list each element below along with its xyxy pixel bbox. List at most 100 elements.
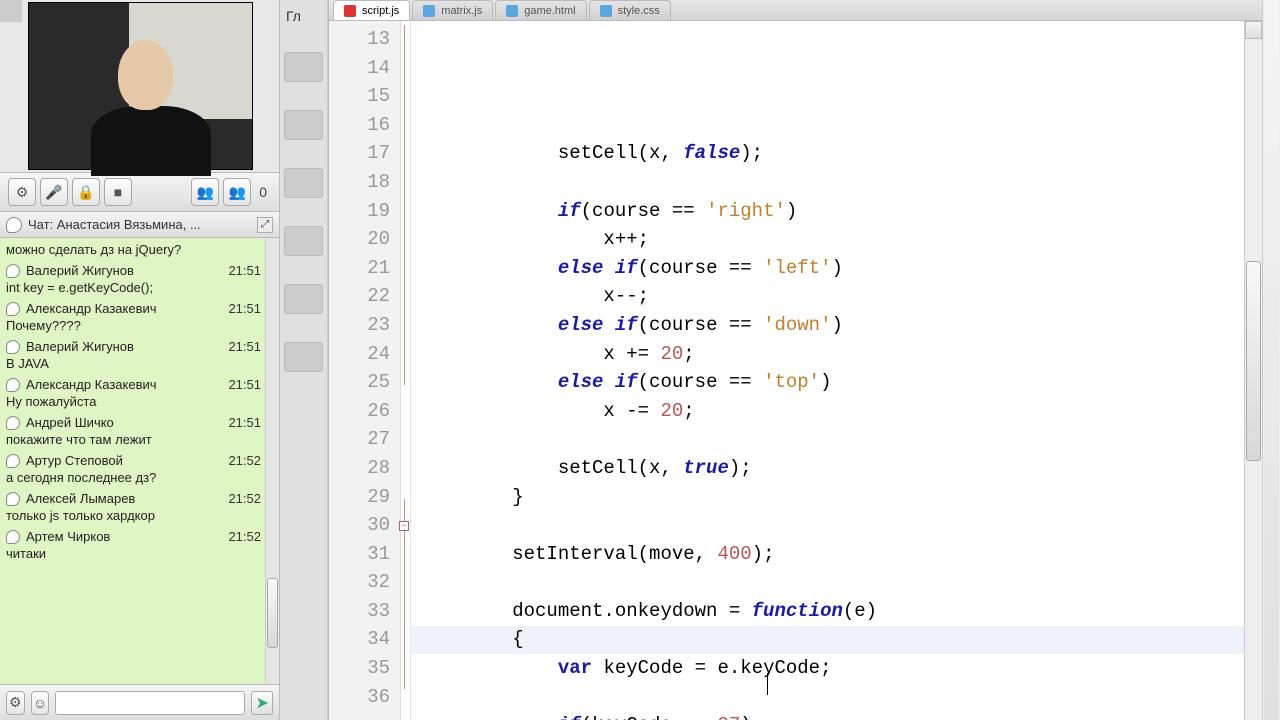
line-number: 25: [329, 368, 390, 397]
fold-strip[interactable]: −: [401, 21, 411, 720]
middle-block[interactable]: [284, 52, 323, 82]
code-line[interactable]: setCell(x, true);: [421, 454, 1244, 483]
chat-sender: Валерий Жигунов: [26, 263, 228, 278]
code-line[interactable]: else if(course == 'top'): [421, 368, 1244, 397]
code-line[interactable]: x += 20;: [421, 340, 1244, 369]
chat-bubble-icon: [6, 416, 20, 430]
line-number: 29: [329, 483, 390, 512]
send-button[interactable]: ➤: [251, 691, 273, 715]
file-type-icon: [423, 5, 435, 17]
code-line[interactable]: setInterval(move, 400);: [421, 540, 1244, 569]
line-number: 31: [329, 540, 390, 569]
code-line[interactable]: }: [421, 483, 1244, 512]
tab-style-css[interactable]: style.css: [589, 0, 671, 20]
code-area[interactable]: setCell(x, false); if(course == 'right')…: [411, 21, 1244, 720]
chat-time: 21:51: [228, 263, 261, 278]
chat-message: Артем Чирков21:52читаки: [6, 529, 261, 565]
code-line[interactable]: x -= 20;: [421, 397, 1244, 426]
chat-bubble-icon: [6, 264, 20, 278]
middle-block[interactable]: [284, 226, 323, 256]
chat-header[interactable]: Чат: Анастасия Вязьмина, ... ⤢: [0, 212, 279, 238]
line-number: 27: [329, 425, 390, 454]
fold-toggle-icon[interactable]: −: [399, 521, 409, 531]
raise-hand-icon[interactable]: 👥: [223, 178, 251, 206]
line-number: 33: [329, 597, 390, 626]
code-line[interactable]: {: [421, 625, 1244, 654]
stop-icon[interactable]: ■: [104, 178, 132, 206]
middle-strip: Гл: [280, 0, 328, 720]
middle-block[interactable]: [284, 284, 323, 314]
chat-messages[interactable]: можно сделать дз на jQuery? Валерий Жигу…: [0, 238, 265, 684]
chat-sender: Валерий Жигунов: [26, 339, 228, 354]
code-line[interactable]: else if(course == 'down'): [421, 311, 1244, 340]
emoji-icon[interactable]: ☺: [31, 691, 50, 715]
chat-sender: Андрей Шичко: [26, 415, 228, 430]
line-number: 20: [329, 225, 390, 254]
tab-script-js[interactable]: script.js: [333, 0, 410, 20]
mic-icon[interactable]: 🎤: [40, 178, 68, 206]
line-number: 23: [329, 311, 390, 340]
code-line[interactable]: x++;: [421, 225, 1244, 254]
middle-block[interactable]: [284, 168, 323, 198]
tab-game-html[interactable]: game.html: [495, 0, 586, 20]
line-number: 36: [329, 683, 390, 712]
file-type-icon: [506, 5, 518, 17]
webcam-toolbar: ⚙ 🎤 🔒 ■ 👥 👥 0: [0, 172, 279, 212]
code-line[interactable]: [421, 168, 1244, 197]
line-gutter: 1314151617181920212223242526272829303132…: [329, 21, 401, 720]
chat-scrollbar[interactable]: [265, 238, 279, 684]
chat-time: 21:52: [228, 491, 261, 506]
code-line[interactable]: var keyCode = e.keyCode;: [421, 654, 1244, 683]
chat-gear-icon[interactable]: ⚙: [6, 691, 25, 715]
editor-scroll-thumb[interactable]: [1246, 261, 1261, 461]
chat-text: Почему????: [6, 316, 261, 337]
chat-title: Чат: Анастасия Вязьмина, ...: [28, 217, 201, 232]
lock-icon[interactable]: 🔒: [72, 178, 100, 206]
middle-block[interactable]: [284, 110, 323, 140]
code-line[interactable]: if(keyCode == 37): [421, 711, 1244, 720]
chat-bubble-icon: [6, 530, 20, 544]
chat-sender: Александр Казакевич: [26, 377, 228, 392]
code-line[interactable]: document.onkeydown = function(e): [421, 597, 1244, 626]
participants-icon[interactable]: 👥: [191, 178, 219, 206]
code-line[interactable]: [421, 568, 1244, 597]
line-number: 26: [329, 397, 390, 426]
tab-label: game.html: [524, 5, 575, 17]
tab-matrix-js[interactable]: matrix.js: [412, 0, 493, 20]
expand-icon[interactable]: ⤢: [257, 217, 273, 233]
line-number: 22: [329, 282, 390, 311]
tab-bar: script.jsmatrix.js game.html style.css: [329, 0, 1262, 21]
app-root: ⚙ 🎤 🔒 ■ 👥 👥 0 Чат: Анастасия Вязьмина, .…: [0, 0, 1280, 720]
line-number: 24: [329, 340, 390, 369]
chat-text: int key = e.getKeyCode();: [6, 278, 261, 299]
line-number: 32: [329, 568, 390, 597]
chat-bubble-icon: [6, 454, 20, 468]
chat-message: Андрей Шичко21:51покажите что там лежит: [6, 415, 261, 451]
editor-scrollbar[interactable]: [1244, 21, 1262, 720]
tab-label: style.css: [618, 5, 660, 17]
code-line[interactable]: [421, 425, 1244, 454]
code-line[interactable]: [421, 511, 1244, 540]
gear-icon[interactable]: ⚙: [8, 178, 36, 206]
code-line[interactable]: [421, 683, 1244, 712]
editor-pane: script.jsmatrix.jsgame.htmlstyle.css 131…: [328, 0, 1262, 720]
chat-bubble-icon: [6, 378, 20, 392]
chat-scroll-thumb[interactable]: [267, 578, 278, 648]
code-line[interactable]: setCell(x, false);: [421, 139, 1244, 168]
chat-input-bar: ⚙ ☺ ➤: [0, 684, 279, 720]
code-line[interactable]: if(course == 'right'): [421, 197, 1244, 226]
chat-message: Александр Казакевич21:51Ну пожалуйста: [6, 377, 261, 413]
code-line[interactable]: x--;: [421, 282, 1244, 311]
chat-sender: Артем Чирков: [26, 529, 228, 544]
middle-block[interactable]: [284, 342, 323, 372]
scroll-up-icon[interactable]: [1245, 21, 1262, 39]
participant-count: 0: [255, 184, 271, 200]
presenter-avatar-thumb: [0, 0, 22, 22]
chat-input[interactable]: [55, 691, 245, 715]
line-number: 19: [329, 197, 390, 226]
code-line[interactable]: else if(course == 'left'): [421, 254, 1244, 283]
line-number: 18: [329, 168, 390, 197]
left-panel: ⚙ 🎤 🔒 ■ 👥 👥 0 Чат: Анастасия Вязьмина, .…: [0, 0, 280, 720]
outer-scrollbar[interactable]: [1262, 0, 1280, 720]
line-number: 14: [329, 54, 390, 83]
